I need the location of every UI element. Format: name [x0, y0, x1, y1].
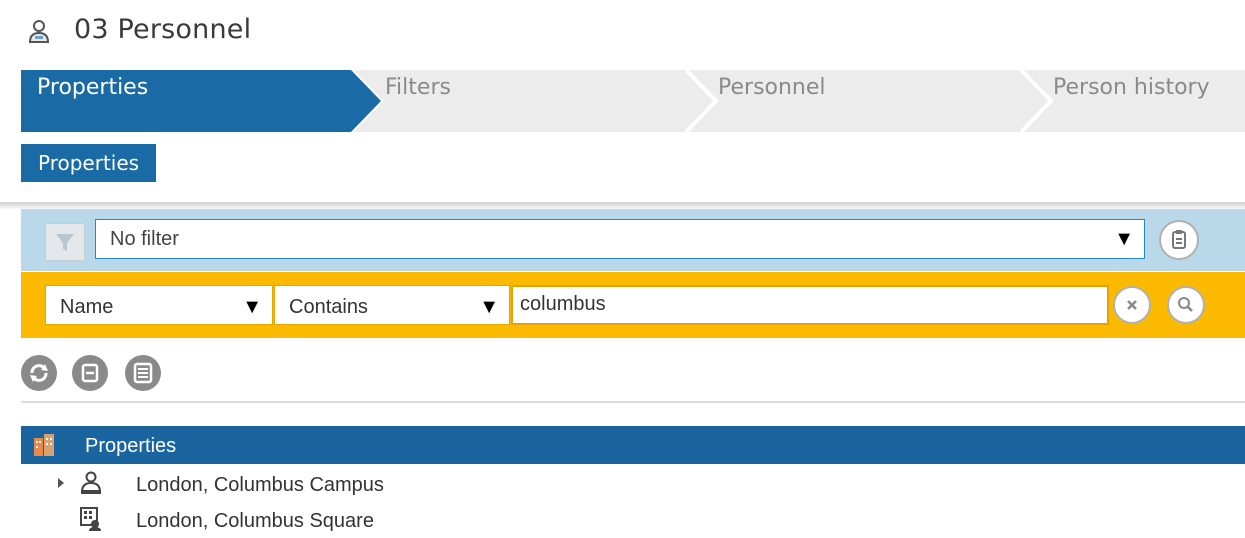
step-filters[interactable]: Filters: [385, 75, 451, 100]
step-personnel[interactable]: Personnel: [718, 75, 826, 100]
clear-search-button[interactable]: [1113, 286, 1151, 324]
section-divider: [21, 401, 1245, 403]
clipboard-button[interactable]: [1159, 220, 1199, 260]
field-select[interactable]: Name ▼: [45, 285, 273, 325]
filter-button[interactable]: [45, 223, 85, 261]
tab-properties[interactable]: Properties: [21, 144, 157, 182]
search-bar: Name ▼ Contains ▼ columbus: [21, 272, 1245, 338]
operator-select[interactable]: Contains ▼: [274, 285, 510, 325]
step-properties[interactable]: Properties: [37, 75, 148, 100]
expand-caret-icon[interactable]: [58, 478, 64, 488]
dropdown-arrow-icon: ▼: [1114, 228, 1134, 250]
filter-bar: No filter ▼: [21, 209, 1245, 271]
collapse-button[interactable]: [72, 355, 108, 391]
list-button[interactable]: [125, 355, 161, 391]
subtab-bar: Properties: [0, 132, 1245, 204]
wizard-steps: Properties Filters Personnel Person hist…: [21, 70, 1245, 132]
page-title: 03 Personnel: [74, 14, 252, 45]
operator-select-value: Contains: [289, 296, 368, 318]
dropdown-arrow-icon: ▼: [479, 296, 499, 318]
tree-item[interactable]: London, Columbus Campus: [0, 466, 1245, 502]
tree-item-label: London, Columbus Campus: [136, 474, 384, 496]
dropdown-arrow-icon: ▼: [242, 296, 262, 318]
field-select-value: Name: [60, 296, 114, 318]
site-icon: [78, 470, 104, 496]
tree-item-label: London, Columbus Square: [136, 510, 374, 532]
buildings-icon: [32, 432, 60, 458]
tree-header[interactable]: Properties: [21, 426, 1245, 464]
filter-selected-value: No filter: [110, 228, 179, 250]
tree-item[interactable]: London, Columbus Square: [0, 502, 1245, 538]
step-person-history[interactable]: Person history: [1053, 75, 1210, 100]
building-icon: [78, 506, 104, 532]
tree-header-label: Properties: [85, 435, 177, 457]
funnel-icon: [46, 234, 84, 264]
search-input[interactable]: columbus: [511, 285, 1109, 325]
person-icon: [28, 19, 50, 43]
filter-select[interactable]: No filter ▼: [95, 219, 1145, 259]
page-header: 03 Personnel: [0, 0, 1245, 64]
search-button[interactable]: [1167, 286, 1205, 324]
refresh-button[interactable]: [21, 355, 57, 391]
